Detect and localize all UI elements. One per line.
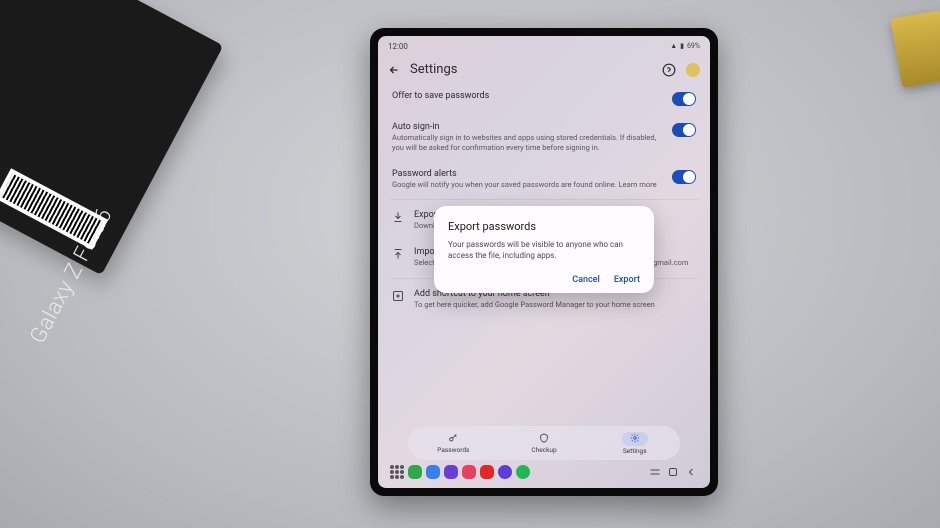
- wifi-icon: ▲: [670, 42, 677, 50]
- tab-checkup[interactable]: Checkup: [499, 426, 590, 460]
- tab-label: Settings: [623, 447, 647, 455]
- status-time: 12:00: [388, 42, 408, 51]
- row-title: Auto sign-in: [392, 122, 662, 132]
- row-save-offer[interactable]: Offer to save passwords: [378, 83, 710, 114]
- tab-settings[interactable]: Settings: [589, 426, 680, 460]
- app-icon-spotify[interactable]: [516, 465, 530, 479]
- row-desc: Automatically sign in to websites and ap…: [392, 133, 662, 153]
- dialog-title: Export passwords: [448, 220, 640, 233]
- tab-label: Checkup: [531, 446, 556, 454]
- tab-label: Passwords: [437, 446, 469, 454]
- battery-pct: 69%: [687, 42, 700, 50]
- app-icon-browser[interactable]: [444, 465, 458, 479]
- row-desc: Google will notify you when your saved p…: [392, 180, 662, 190]
- add-shortcut-icon: [392, 290, 404, 302]
- device-frame: 12:00 ▲ ▮ 69% Settings Offer to save pas…: [370, 28, 718, 496]
- app-icon-youtube[interactable]: [480, 465, 494, 479]
- signal-icon: ▮: [680, 42, 684, 50]
- status-bar: 12:00 ▲ ▮ 69%: [378, 36, 710, 56]
- screen: 12:00 ▲ ▮ 69% Settings Offer to save pas…: [378, 36, 710, 488]
- avatar[interactable]: [686, 63, 700, 77]
- row-title: Password alerts: [392, 169, 662, 179]
- row-title: Offer to save passwords: [392, 91, 662, 101]
- help-icon[interactable]: [662, 63, 676, 77]
- nav-back-icon[interactable]: [684, 466, 698, 478]
- row-alerts[interactable]: Password alerts Google will notify you w…: [378, 161, 710, 198]
- dock: [386, 462, 702, 482]
- dialog-body: Your passwords will be visible to anyone…: [448, 239, 640, 261]
- cancel-button[interactable]: Cancel: [572, 275, 600, 285]
- gear-icon: [630, 433, 640, 443]
- back-arrow-icon[interactable]: [388, 64, 400, 76]
- apps-drawer-icon[interactable]: [390, 465, 404, 479]
- toggle-save-offer[interactable]: [672, 92, 696, 106]
- nav-home-icon[interactable]: [666, 466, 680, 478]
- tab-passwords[interactable]: Passwords: [408, 426, 499, 460]
- export-button[interactable]: Export: [614, 275, 640, 285]
- key-icon: [448, 433, 458, 443]
- toggle-alerts[interactable]: [672, 170, 696, 184]
- header: Settings: [378, 56, 710, 83]
- bottom-tabs: Passwords Checkup Settings: [408, 426, 680, 460]
- row-desc: To get here quicker, add Google Password…: [414, 300, 696, 310]
- export-dialog: Export passwords Your passwords will be …: [434, 206, 654, 293]
- app-icon-phone[interactable]: [408, 465, 422, 479]
- app-icon-messages[interactable]: [426, 465, 440, 479]
- nav-recents-icon[interactable]: [648, 466, 662, 478]
- shield-icon: [539, 433, 549, 443]
- toggle-auto-signin[interactable]: [672, 123, 696, 137]
- app-icon-camera[interactable]: [498, 465, 512, 479]
- download-icon: [392, 211, 404, 223]
- app-icon-gallery[interactable]: [462, 465, 476, 479]
- divider: [390, 199, 698, 200]
- page-title: Settings: [410, 62, 652, 77]
- row-auto-signin[interactable]: Auto sign-in Automatically sign in to we…: [378, 114, 710, 161]
- upload-icon: [392, 248, 404, 260]
